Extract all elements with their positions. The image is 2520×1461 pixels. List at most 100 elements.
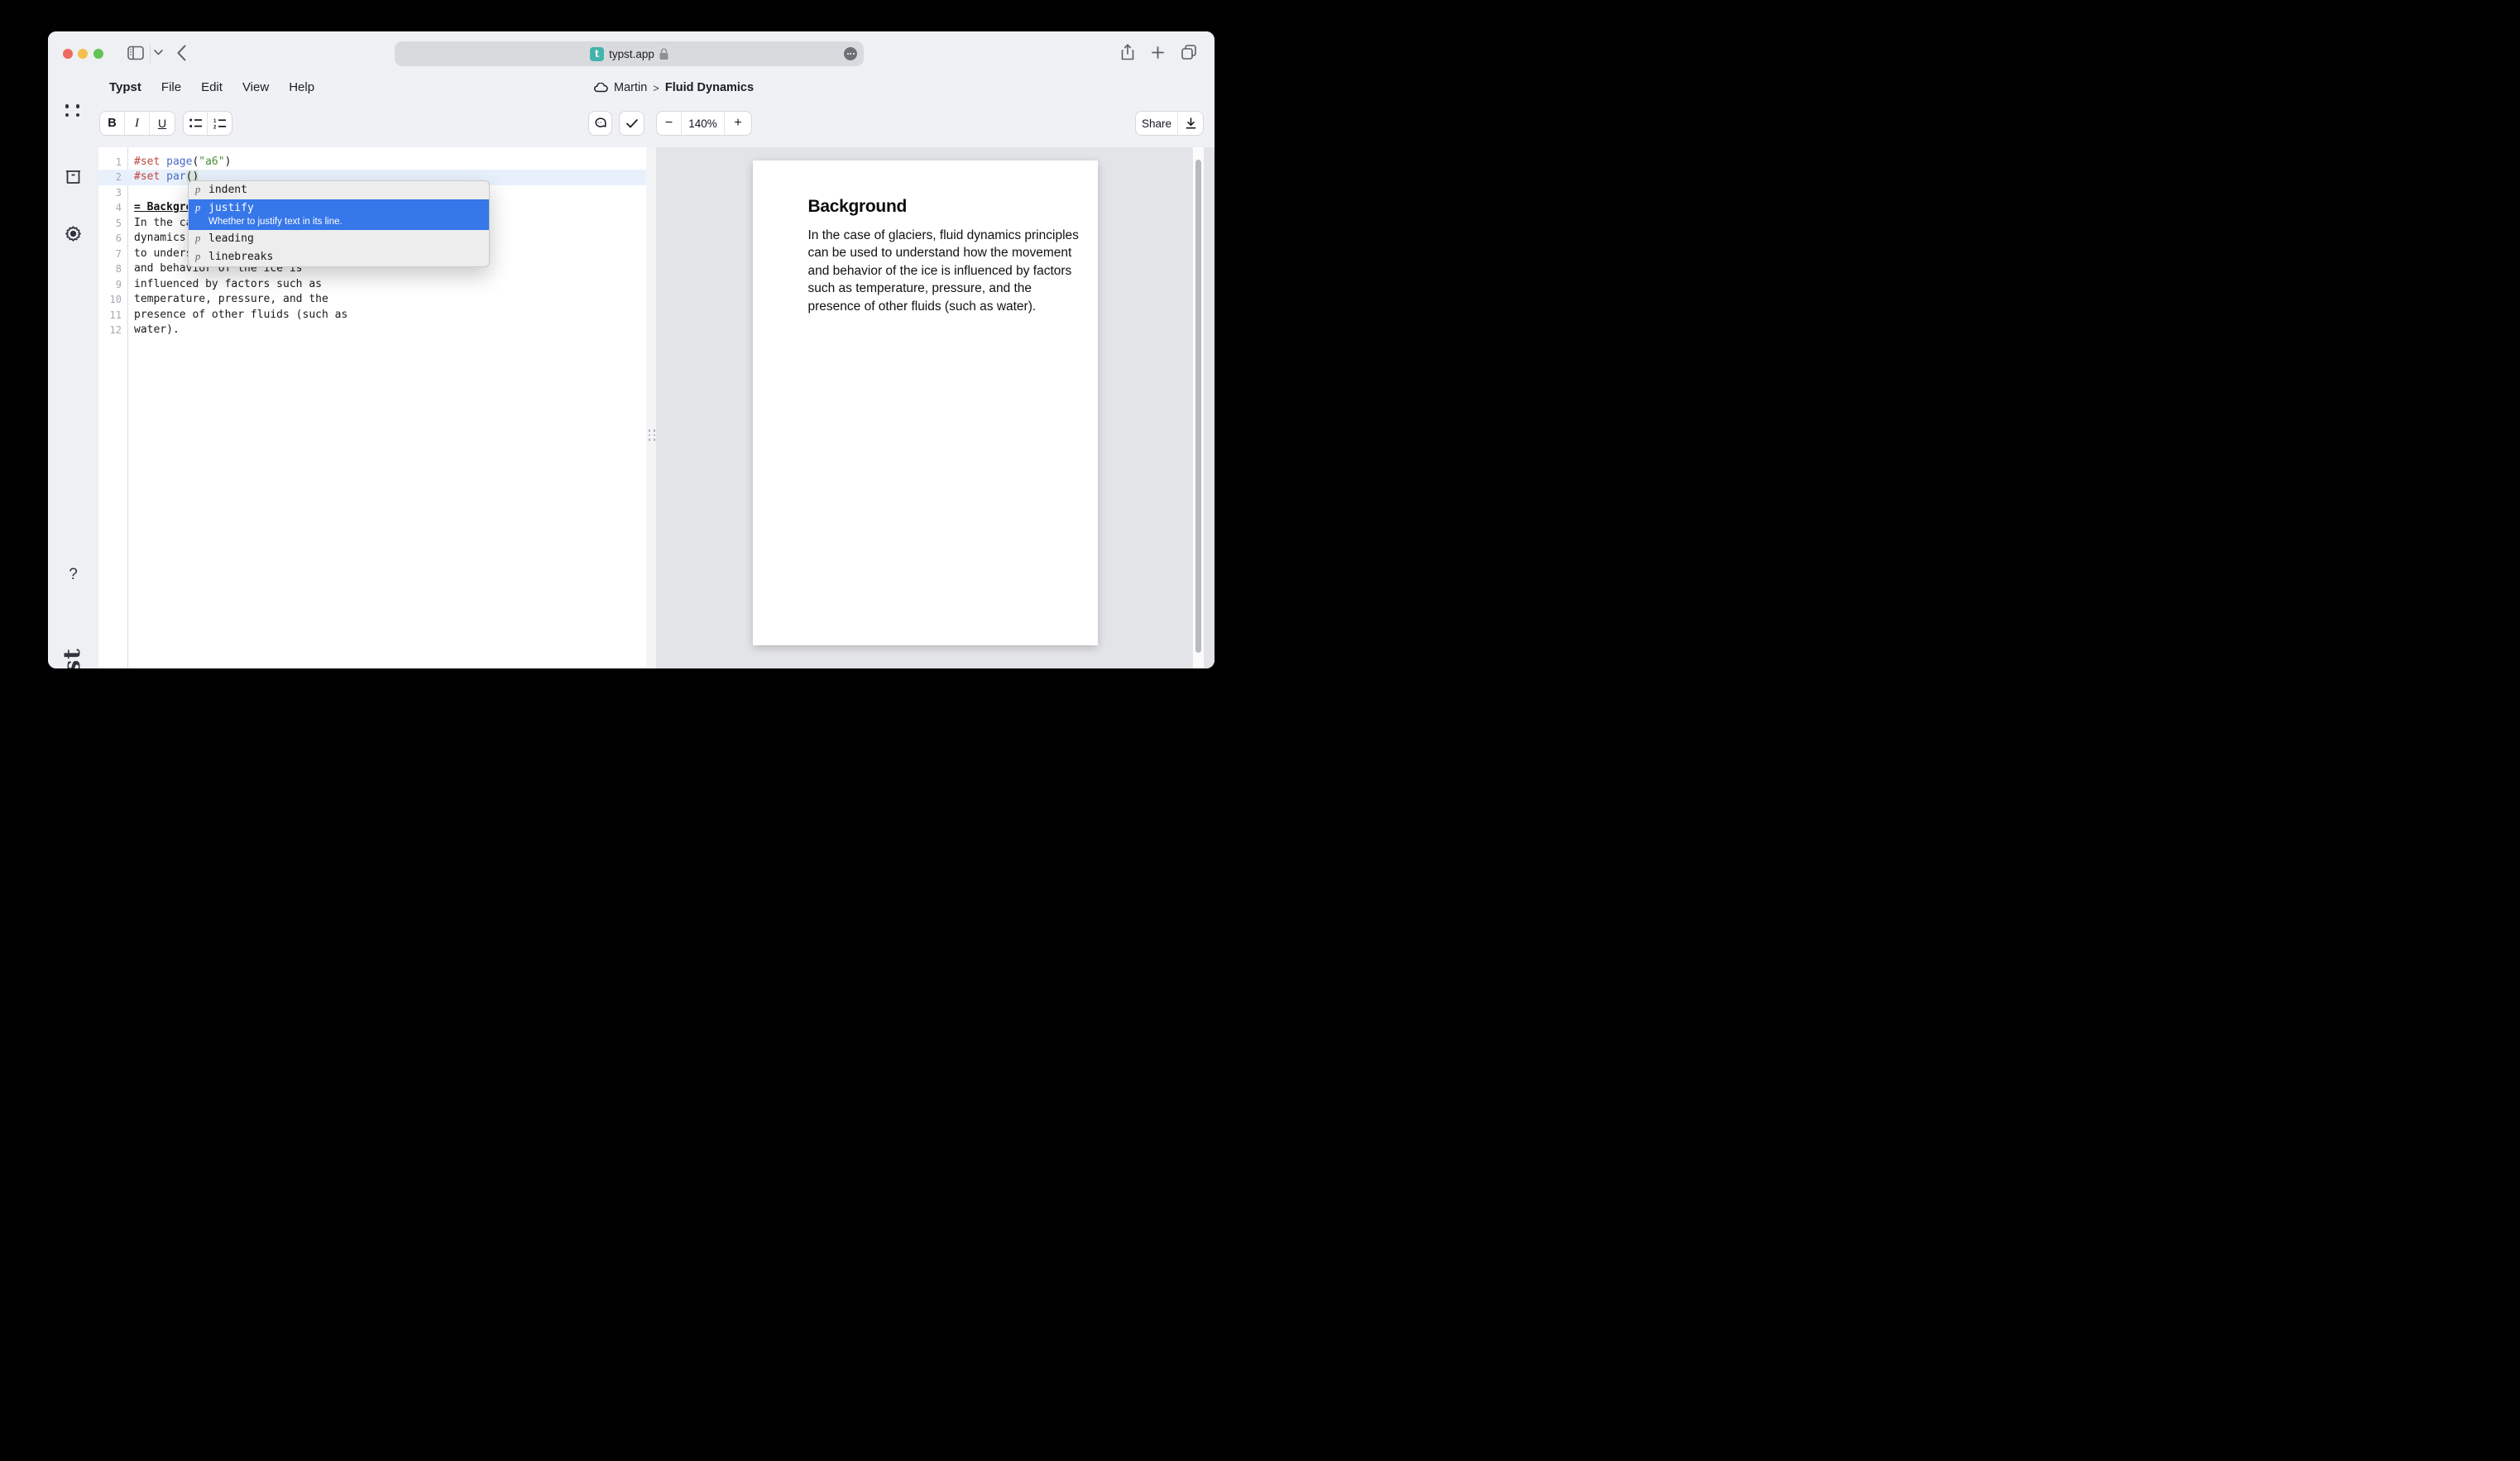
line-number: 6 [98,231,122,247]
breadcrumb-workspace[interactable]: Martin [614,81,647,94]
autocomplete-item[interactable]: p leading [189,230,489,248]
files-grid-icon[interactable] [48,104,98,117]
menu-typst[interactable]: Typst [109,80,141,94]
svg-text:1: 1 [213,119,217,124]
line-number: 11 [98,308,122,323]
line-number: 9 [98,277,122,293]
line-number: 2 [98,170,122,185]
autocomplete-label: justify [208,201,343,215]
share-button[interactable]: Share [1136,112,1178,135]
help-icon[interactable]: ? [48,566,98,584]
code-line-text: influenced by factors such as [134,277,322,293]
zoom-out-button[interactable]: − [657,112,682,135]
zoom-level[interactable]: 140% [682,112,725,135]
page-options-icon[interactable] [844,47,857,60]
bullet-list-icon [189,118,202,128]
comments-button[interactable] [589,112,611,135]
line-number: 4 [98,200,122,216]
autocomplete-label: leading [208,232,254,246]
menu-help[interactable]: Help [289,80,314,94]
back-icon[interactable] [177,45,186,61]
code-line[interactable]: 10 temperature, pressure, and the [98,292,646,308]
browser-titlebar: t typst.app [48,31,1214,76]
italic-button[interactable]: I [125,112,150,135]
app-menubar: Typst File Edit View Help [109,80,314,94]
line-number: 10 [98,292,122,308]
breadcrumb-document[interactable]: Fluid Dynamics [665,81,754,94]
preview-paragraph: In the case of glaciers, fluid dynamics … [808,227,1081,316]
autocomplete-item[interactable]: p linebreaks [189,248,489,266]
scrollbar-thumb[interactable] [1195,160,1201,653]
param-type-prefix: p [195,232,202,246]
minimize-window-button[interactable] [78,49,88,59]
zoom-in-button[interactable]: + [725,112,751,135]
comment-bubble-icon [594,117,606,129]
param-type-prefix: p [195,201,202,215]
preview-pane: Background In the case of glaciers, flui… [656,147,1214,668]
list-group: 1 2 [183,111,232,136]
menu-view[interactable]: View [242,80,269,94]
autocomplete-item[interactable]: pindent [189,181,489,199]
code-line[interactable]: 12 water). [98,323,646,338]
text-style-group: B I U [99,111,175,136]
preview-scrollbar[interactable] [1193,147,1204,668]
compile-status-button[interactable] [620,112,644,135]
code-line-text: #set page("a6") [134,155,231,170]
line-number: 3 [98,185,122,201]
line-number: 1 [98,155,122,170]
svg-text:2: 2 [213,125,217,129]
rendered-page: Background In the case of glaciers, flui… [753,160,1098,645]
autocomplete-label: indent [208,183,247,197]
download-icon [1186,117,1196,129]
code-line[interactable]: 9 influenced by factors such as [98,277,646,293]
bullet-list-button[interactable] [184,112,208,135]
code-line[interactable]: 11 presence of other fluids (such as [98,308,646,323]
bold-button[interactable]: B [100,112,125,135]
zoom-group: − 140% + [656,111,752,136]
code-line-text: temperature, pressure, and the [134,292,328,308]
line-number: 12 [98,323,122,338]
breadcrumb: Martin > Fluid Dynamics [594,81,754,94]
typst-logo: typst [60,627,85,668]
menu-file[interactable]: File [161,80,181,94]
code-line-text: water). [134,323,180,338]
share-page-icon[interactable] [1121,44,1134,60]
underline-button[interactable]: U [150,112,175,135]
code-line[interactable]: 1 #set page("a6") [98,155,646,170]
url-text: typst.app [609,48,654,60]
param-type-prefix: p [195,250,202,264]
cloud-icon [594,83,608,93]
menu-edit[interactable]: Edit [201,80,223,94]
autocomplete-description: Whether to justify text in its line. [208,216,343,228]
chevron-down-icon[interactable] [154,50,163,55]
line-number: 7 [98,247,122,262]
param-type-prefix: p [195,183,202,197]
address-bar[interactable]: t typst.app [395,41,864,66]
pane-divider[interactable] [646,147,656,668]
tab-overview-icon[interactable] [1181,45,1196,60]
site-favicon: t [590,47,604,61]
breadcrumb-separator: > [653,82,659,94]
download-button[interactable] [1178,112,1203,135]
code-line-text: presence of other fluids (such as [134,308,347,323]
template-icon[interactable] [48,170,98,184]
close-window-button[interactable] [63,49,73,59]
numbered-list-icon: 1 2 [213,118,226,129]
share-group: Share [1135,111,1204,136]
zoom-window-button[interactable] [93,49,103,59]
drag-handle-icon[interactable] [649,429,656,441]
sidebar-toggle-icon[interactable] [127,46,144,60]
numbered-list-button[interactable]: 1 2 [208,112,232,135]
autocomplete-item[interactable]: p justifyWhether to justify text in its l… [189,199,489,230]
autocomplete-label: linebreaks [208,250,273,264]
preview-heading: Background [808,197,908,217]
line-number: 8 [98,261,122,277]
lock-icon [659,48,668,60]
comments-button-wrap [588,111,612,136]
settings-gear-icon[interactable] [48,225,98,242]
browser-window: t typst.app Typst File Edit View Help [48,31,1214,668]
checkmark-icon [626,119,638,128]
new-tab-icon[interactable] [1152,46,1164,59]
compile-status-wrap [619,111,644,136]
autocomplete-popup: pindentpjustifyWhether to justify text i… [188,180,490,267]
